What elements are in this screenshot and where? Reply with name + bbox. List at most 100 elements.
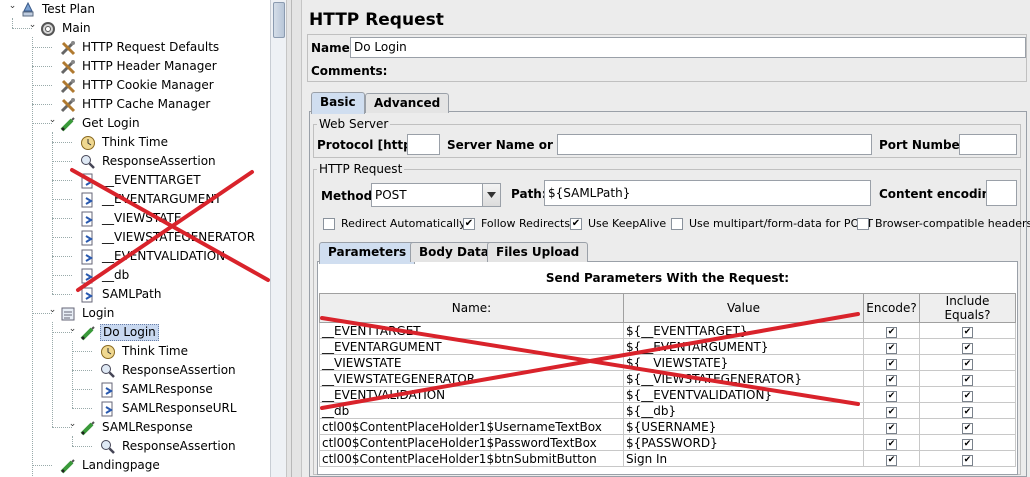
param-name-cell[interactable]: __EVENTARGUMENT bbox=[319, 338, 624, 355]
table-row[interactable]: __EVENTARGUMENT ${__EVENTARGUMENT} ✔ ✔ bbox=[319, 338, 1016, 355]
split-pane-divider[interactable] bbox=[286, 0, 302, 477]
param-name-cell[interactable]: ctl00$ContentPlaceHolder1$UsernameTextBo… bbox=[319, 418, 624, 435]
tree-node[interactable]: Landingpage bbox=[60, 456, 162, 475]
tree-node[interactable]: __VIEWSTATEGENERATOR bbox=[80, 228, 257, 247]
param-value-cell[interactable]: ${__VIEWSTATE} bbox=[623, 354, 864, 371]
encode-checkbox[interactable]: ✔ bbox=[886, 455, 897, 466]
param-value-cell[interactable]: ${USERNAME} bbox=[623, 418, 864, 435]
tree-node[interactable]: __VIEWSTATE bbox=[80, 209, 183, 228]
tree-node[interactable]: SAMLResponseURL bbox=[100, 399, 239, 418]
tree-expand-toggle[interactable]: ⌄ bbox=[28, 21, 37, 31]
param-value-cell[interactable]: ${__VIEWSTATEGENERATOR} bbox=[623, 370, 864, 387]
include-equals-checkbox[interactable]: ✔ bbox=[962, 327, 973, 338]
col-value-header[interactable]: Value bbox=[623, 293, 864, 323]
server-input[interactable] bbox=[557, 134, 872, 155]
encode-checkbox[interactable]: ✔ bbox=[886, 391, 897, 402]
tree-node[interactable]: SAMLResponse bbox=[100, 380, 215, 399]
tree-node[interactable]: SAMLResponse bbox=[80, 418, 195, 437]
param-name-cell[interactable]: ctl00$ContentPlaceHolder1$btnSubmitButto… bbox=[319, 450, 624, 467]
param-name-cell[interactable]: __EVENTVALIDATION bbox=[319, 386, 624, 403]
table-row[interactable]: ctl00$ContentPlaceHolder1$PasswordTextBo… bbox=[319, 434, 1016, 451]
col-encode-header[interactable]: Encode? bbox=[863, 293, 920, 323]
table-row[interactable]: __EVENTTARGET ${__EVENTTARGET} ✔ ✔ bbox=[319, 322, 1016, 339]
name-input[interactable]: Do Login bbox=[350, 37, 1026, 58]
tree-node[interactable]: Think Time bbox=[80, 133, 170, 152]
param-name-cell[interactable]: __EVENTTARGET bbox=[319, 322, 624, 339]
tree-node[interactable]: HTTP Request Defaults bbox=[60, 38, 221, 57]
param-name-cell[interactable]: ctl00$ContentPlaceHolder1$PasswordTextBo… bbox=[319, 434, 624, 451]
param-value-cell[interactable]: ${PASSWORD} bbox=[623, 434, 864, 451]
include-equals-checkbox[interactable]: ✔ bbox=[962, 407, 973, 418]
param-value-cell[interactable]: ${__EVENTARGUMENT} bbox=[623, 338, 864, 355]
tree-node[interactable]: SAMLPath bbox=[80, 285, 163, 304]
table-row[interactable]: ctl00$ContentPlaceHolder1$UsernameTextBo… bbox=[319, 418, 1016, 435]
tree-scrollbar[interactable] bbox=[270, 0, 286, 477]
checkmark-icon[interactable]: ✔ bbox=[463, 217, 475, 230]
col-name-header[interactable]: Name: bbox=[319, 293, 624, 323]
protocol-input[interactable] bbox=[407, 134, 440, 155]
tree-node[interactable]: ResponseAssertion bbox=[80, 152, 218, 171]
checkbox-empty[interactable] bbox=[857, 217, 869, 230]
tree-node[interactable]: ResponseAssertion bbox=[100, 437, 238, 456]
content-encoding-input[interactable] bbox=[986, 180, 1017, 206]
tree-node[interactable]: Get Login bbox=[60, 114, 142, 133]
option-checkbox[interactable]: Use multipart/form-data for POST bbox=[671, 217, 873, 230]
tab-basic[interactable]: Basic bbox=[311, 92, 365, 114]
param-value-cell[interactable]: Sign In bbox=[623, 450, 864, 467]
tree-expand-toggle[interactable]: ⌄ bbox=[68, 325, 77, 335]
tree-node[interactable]: Test Plan bbox=[20, 0, 97, 19]
checkmark-icon[interactable]: ✔ bbox=[570, 217, 582, 230]
tree-expand-toggle[interactable]: ⌄ bbox=[68, 420, 77, 430]
encode-checkbox[interactable]: ✔ bbox=[886, 327, 897, 338]
encode-checkbox[interactable]: ✔ bbox=[886, 359, 897, 370]
param-value-cell[interactable]: ${__EVENTVALIDATION} bbox=[623, 386, 864, 403]
tab-files-upload[interactable]: Files Upload bbox=[487, 242, 589, 262]
option-checkbox[interactable]: Browser-compatible headers bbox=[857, 217, 1030, 230]
test-plan-tree[interactable]: Test Plan ⌄ Main ⌄ HTTP Request Defaults HTTP… bbox=[0, 0, 270, 477]
table-row[interactable]: __EVENTVALIDATION ${__EVENTVALIDATION} ✔ ✔ bbox=[319, 386, 1016, 403]
encode-checkbox[interactable]: ✔ bbox=[886, 407, 897, 418]
chevron-down-icon[interactable] bbox=[482, 184, 500, 206]
tree-expand-toggle[interactable]: ⌄ bbox=[48, 116, 57, 126]
table-row[interactable]: ctl00$ContentPlaceHolder1$btnSubmitButto… bbox=[319, 450, 1016, 467]
param-name-cell[interactable]: __VIEWSTATE bbox=[319, 354, 624, 371]
tree-expand-toggle[interactable]: ⌄ bbox=[48, 306, 57, 316]
include-equals-checkbox[interactable]: ✔ bbox=[962, 343, 973, 354]
tree-node[interactable]: __EVENTVALIDATION bbox=[80, 247, 227, 266]
include-equals-checkbox[interactable]: ✔ bbox=[962, 455, 973, 466]
tree-node[interactable]: __db bbox=[80, 266, 131, 285]
tab-advanced[interactable]: Advanced bbox=[365, 93, 450, 113]
option-checkbox[interactable]: ✔ Use KeepAlive bbox=[570, 217, 666, 230]
option-checkbox[interactable]: Redirect Automatically bbox=[323, 217, 466, 230]
tree-node[interactable]: Think Time bbox=[100, 342, 190, 361]
tree-node[interactable]: HTTP Header Manager bbox=[60, 57, 219, 76]
param-value-cell[interactable]: ${__db} bbox=[623, 402, 864, 419]
col-include-equals-header[interactable]: Include Equals? bbox=[919, 293, 1016, 323]
tree-node[interactable]: Main bbox=[40, 19, 93, 38]
table-row[interactable]: __VIEWSTATE ${__VIEWSTATE} ✔ ✔ bbox=[319, 354, 1016, 371]
method-select[interactable]: POST bbox=[371, 183, 501, 207]
include-equals-checkbox[interactable]: ✔ bbox=[962, 359, 973, 370]
encode-checkbox[interactable]: ✔ bbox=[886, 423, 897, 434]
encode-checkbox[interactable]: ✔ bbox=[886, 375, 897, 386]
tree-expand-toggle[interactable]: ⌄ bbox=[8, 2, 17, 12]
encode-checkbox[interactable]: ✔ bbox=[886, 343, 897, 354]
include-equals-checkbox[interactable]: ✔ bbox=[962, 423, 973, 434]
param-name-cell[interactable]: __VIEWSTATEGENERATOR bbox=[319, 370, 624, 387]
port-input[interactable] bbox=[959, 134, 1017, 155]
tree-node[interactable]: __EVENTARGUMENT bbox=[80, 190, 224, 209]
include-equals-checkbox[interactable]: ✔ bbox=[962, 375, 973, 386]
include-equals-checkbox[interactable]: ✔ bbox=[962, 391, 973, 402]
param-value-cell[interactable]: ${__EVENTTARGET} bbox=[623, 322, 864, 339]
include-equals-checkbox[interactable]: ✔ bbox=[962, 439, 973, 450]
checkbox-empty[interactable] bbox=[671, 217, 683, 230]
tree-node[interactable]: Do Login bbox=[80, 323, 159, 342]
tree-node[interactable]: Login bbox=[60, 304, 116, 323]
tree-node[interactable]: ResponseAssertion bbox=[100, 361, 238, 380]
encode-checkbox[interactable]: ✔ bbox=[886, 439, 897, 450]
param-name-cell[interactable]: __db bbox=[319, 402, 624, 419]
table-row[interactable]: __VIEWSTATEGENERATOR ${__VIEWSTATEGENERAT… bbox=[319, 370, 1016, 387]
tree-node[interactable]: HTTP Cookie Manager bbox=[60, 76, 216, 95]
tab-parameters[interactable]: Parameters bbox=[319, 242, 416, 264]
table-row[interactable]: __db ${__db} ✔ ✔ bbox=[319, 402, 1016, 419]
